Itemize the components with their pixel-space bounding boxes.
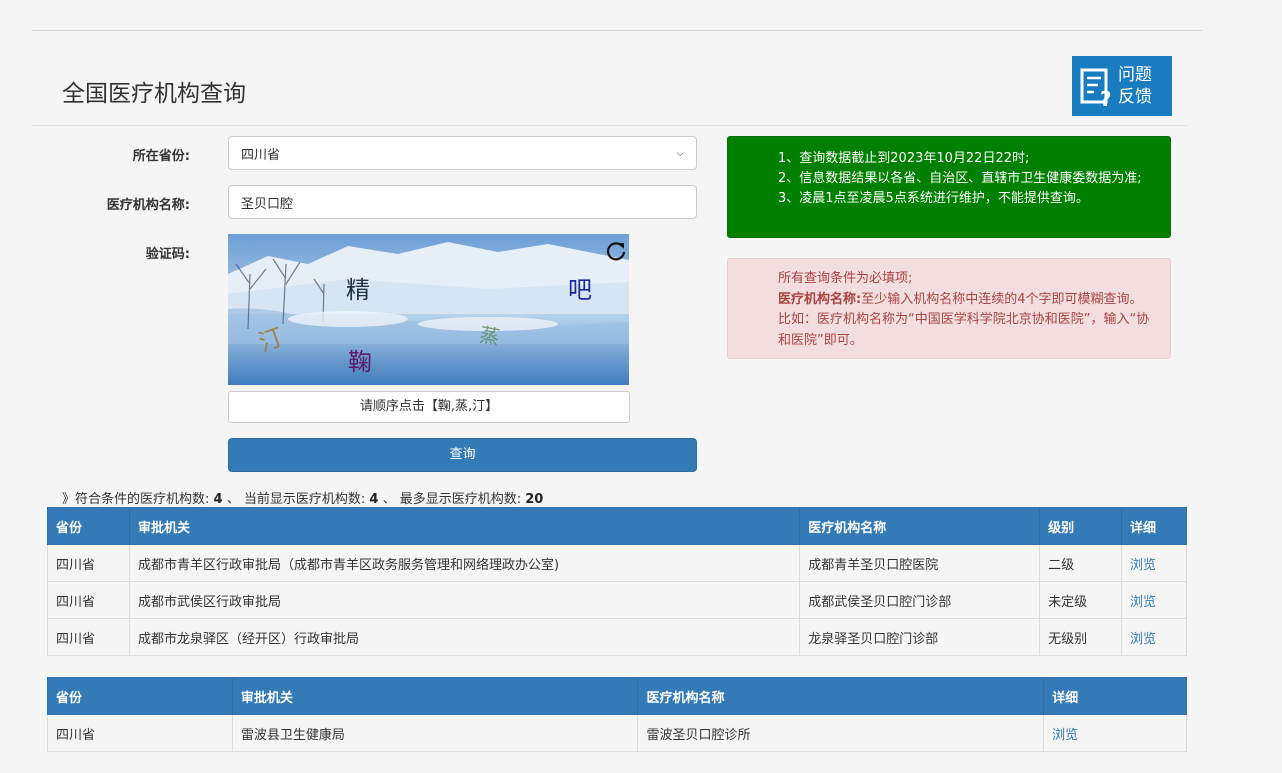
notice-info: 1、查询数据截止到2023年10月22日22时; 2、信息数据结果以各省、自治区… (727, 136, 1171, 238)
column-header: 审批机关 (128, 507, 801, 545)
cell-level: 二级 (1039, 544, 1122, 582)
table-row: 四川省 成都市武侯区行政审批局 成都武侯圣贝口腔门诊部 未定级 浏览 (47, 581, 1187, 619)
feedback-label-2: 反馈 (1118, 87, 1152, 107)
match-count: 4 (213, 492, 223, 507)
column-header: 省份 (47, 507, 130, 545)
column-header: 医疗机构名称 (799, 507, 1041, 545)
svg-text:?: ? (1100, 87, 1112, 111)
cell-authority: 成都市青羊区行政审批局（成都市青羊区政务服务管理和网络理政办公室) (128, 544, 801, 582)
refresh-icon[interactable] (605, 240, 627, 262)
table-row: 四川省 成都市龙泉驿区（经开区）行政审批局 龙泉驿圣贝口腔门诊部 无级别 浏览 (47, 618, 1187, 656)
view-link[interactable]: 浏览 (1130, 632, 1156, 647)
table-header-row: 省份 审批机关 医疗机构名称 级别 详细 (47, 507, 1187, 545)
top-divider (32, 30, 1202, 31)
feedback-button[interactable]: ? 问题 反馈 (1072, 56, 1172, 116)
table-header-row: 省份 审批机关 医疗机构名称 详细 (47, 677, 1187, 715)
summary-prefix: 》符合条件的医疗机构数: (62, 492, 210, 507)
captcha-label: 验证码: (145, 247, 190, 262)
feedback-label-1: 问题 (1118, 65, 1152, 85)
column-header: 医疗机构名称 (637, 677, 1045, 715)
cell-province: 四川省 (47, 581, 130, 619)
province-label: 所在省份: (132, 149, 190, 164)
captcha-image[interactable]: 精 吧 汀 蒸 鞠 (228, 234, 629, 385)
captcha-char[interactable]: 吧 (568, 270, 592, 305)
table-row: 四川省 成都市青羊区行政审批局（成都市青羊区政务服务管理和网络理政办公室) 成都… (47, 544, 1187, 582)
cell-institution: 龙泉驿圣贝口腔门诊部 (799, 618, 1041, 656)
captcha-background (228, 234, 629, 385)
notice-line: 3、凌晨1点至凌晨5点系统进行维护，不能提供查询。 (778, 191, 1089, 206)
view-link[interactable]: 浏览 (1052, 728, 1078, 743)
summary-sep-1: 、 当前显示医疗机构数: (226, 492, 366, 507)
shown-count: 4 (369, 492, 379, 507)
notice-name-rule: 医疗机构名称:至少输入机构名称中连续的4个字即可模糊查询。比如：医疗机构名称为“… (778, 290, 1150, 352)
cell-institution: 成都青羊圣贝口腔医院 (799, 544, 1041, 582)
notice-line: 1、查询数据截止到2023年10月22日22时; (778, 151, 1030, 166)
province-select[interactable]: 四川省 ⌵ (228, 136, 697, 170)
notice-required-line: 所有查询条件为必填项; (778, 271, 913, 286)
view-link[interactable]: 浏览 (1130, 595, 1156, 610)
notice-name-rule-label: 医疗机构名称: (778, 291, 862, 307)
view-link[interactable]: 浏览 (1130, 558, 1156, 573)
summary-sep-2: 、 最多显示医疗机构数: (382, 492, 522, 507)
column-header: 级别 (1039, 507, 1122, 545)
table-row: 四川省 雷波县卫生健康局 雷波圣贝口腔诊所 浏览 (47, 714, 1187, 752)
captcha-hint: 请顺序点击【鞠,蒸,汀】 (228, 391, 630, 423)
cell-province: 四川省 (47, 544, 130, 582)
cell-institution: 雷波圣贝口腔诊所 (637, 714, 1045, 752)
search-button[interactable]: 查询 (228, 438, 697, 472)
feedback-icon: ? (1080, 68, 1112, 111)
cell-level: 无级别 (1039, 618, 1122, 656)
page-title: 全国医疗机构查询 (62, 81, 246, 107)
cell-province: 四川省 (47, 618, 130, 656)
results-table-2: 省份 审批机关 医疗机构名称 详细 四川省 雷波县卫生健康局 雷波圣贝口腔诊所 … (47, 677, 1187, 752)
notice-requirements: 所有查询条件为必填项; 医疗机构名称:至少输入机构名称中连续的4个字即可模糊查询… (727, 258, 1171, 359)
institution-name-label: 医疗机构名称: (106, 198, 190, 213)
notice-line: 2、信息数据结果以各省、自治区、直辖市卫生健康委数据为准; (778, 171, 1142, 186)
captcha-char[interactable]: 精 (346, 270, 370, 305)
results-table-1: 省份 审批机关 医疗机构名称 级别 详细 四川省 成都市青羊区行政审批局（成都市… (47, 507, 1187, 656)
institution-name-input[interactable]: 圣贝口腔 (228, 185, 697, 219)
captcha-char[interactable]: 鞠 (348, 342, 372, 377)
column-header: 详细 (1043, 677, 1187, 715)
max-count: 20 (525, 492, 544, 507)
column-header: 详细 (1121, 507, 1187, 545)
cell-authority: 雷波县卫生健康局 (231, 714, 639, 752)
cell-authority: 成都市龙泉驿区（经开区）行政审批局 (128, 618, 801, 656)
province-value: 四川省 (241, 147, 281, 163)
header-divider (32, 125, 1187, 126)
chevron-down-icon: ⌵ (676, 147, 684, 159)
cell-level: 未定级 (1039, 581, 1122, 619)
result-summary: 》符合条件的医疗机构数: 4 、 当前显示医疗机构数: 4 、 最多显示医疗机构… (62, 488, 543, 507)
cell-authority: 成都市武侯区行政审批局 (128, 581, 801, 619)
cell-institution: 成都武侯圣贝口腔门诊部 (799, 581, 1041, 619)
institution-name-value: 圣贝口腔 (241, 196, 294, 212)
column-header: 省份 (47, 677, 233, 715)
cell-province: 四川省 (47, 714, 233, 752)
column-header: 审批机关 (231, 677, 639, 715)
